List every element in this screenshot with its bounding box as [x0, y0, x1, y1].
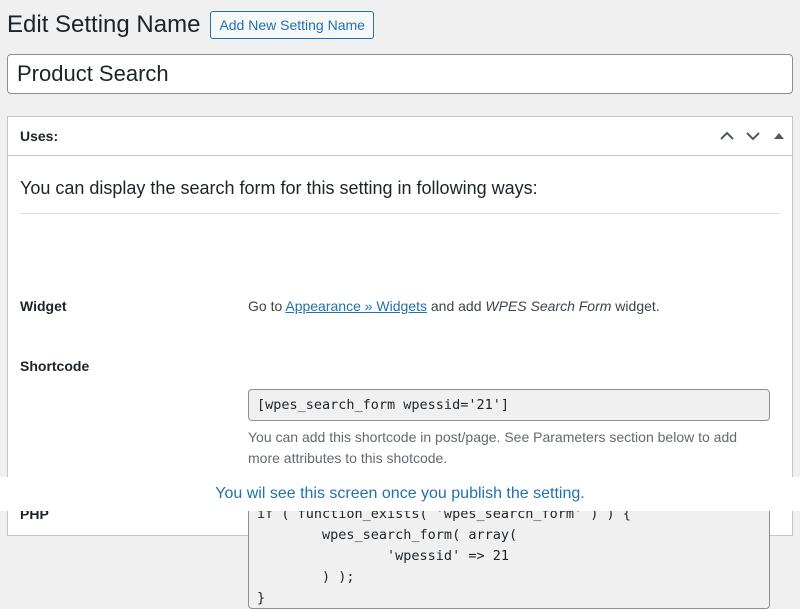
- setting-title-input[interactable]: [7, 54, 793, 94]
- page-header: Edit Setting Name Add New Setting Name: [7, 9, 374, 41]
- postbox-title: Uses:: [20, 128, 59, 144]
- add-new-setting-button[interactable]: Add New Setting Name: [210, 11, 374, 39]
- shortcode-field: [wpes_search_form wpessid='21'] You can …: [248, 389, 770, 469]
- triangle-up-icon[interactable]: [766, 117, 792, 155]
- widget-prefix-text: Go to: [248, 298, 286, 314]
- appearance-widgets-link[interactable]: Appearance » Widgets: [285, 298, 427, 314]
- postbox-inside: You can display the search form for this…: [8, 156, 792, 214]
- chevron-up-icon[interactable]: [714, 117, 740, 155]
- widget-label: Widget: [20, 298, 67, 314]
- chevron-down-icon[interactable]: [740, 117, 766, 155]
- page-title: Edit Setting Name: [7, 11, 201, 38]
- shortcode-input[interactable]: [wpes_search_form wpessid='21']: [248, 389, 770, 421]
- widget-instructions: Go to Appearance » Widgets and add WPES …: [248, 298, 660, 314]
- uses-postbox: Uses: You can display the search form fo…: [7, 116, 793, 609]
- postbox-header: Uses:: [8, 117, 792, 156]
- widget-middle-text: and add: [427, 298, 486, 314]
- shortcode-label: Shortcode: [20, 358, 90, 374]
- caption-banner: You wil see this screen once you publish…: [0, 477, 800, 511]
- shortcode-description: You can add this shortcode in post/page.…: [248, 429, 738, 466]
- php-code-textarea[interactable]: if ( function_exists( 'wpes_search_form'…: [248, 499, 770, 609]
- php-field: if ( function_exists( 'wpes_search_form'…: [248, 499, 770, 609]
- uses-intro-text: You can display the search form for this…: [20, 156, 780, 214]
- widget-name-text: WPES Search Form: [485, 298, 612, 314]
- widget-suffix-text: widget.: [611, 298, 660, 314]
- handle-actions: [714, 117, 792, 155]
